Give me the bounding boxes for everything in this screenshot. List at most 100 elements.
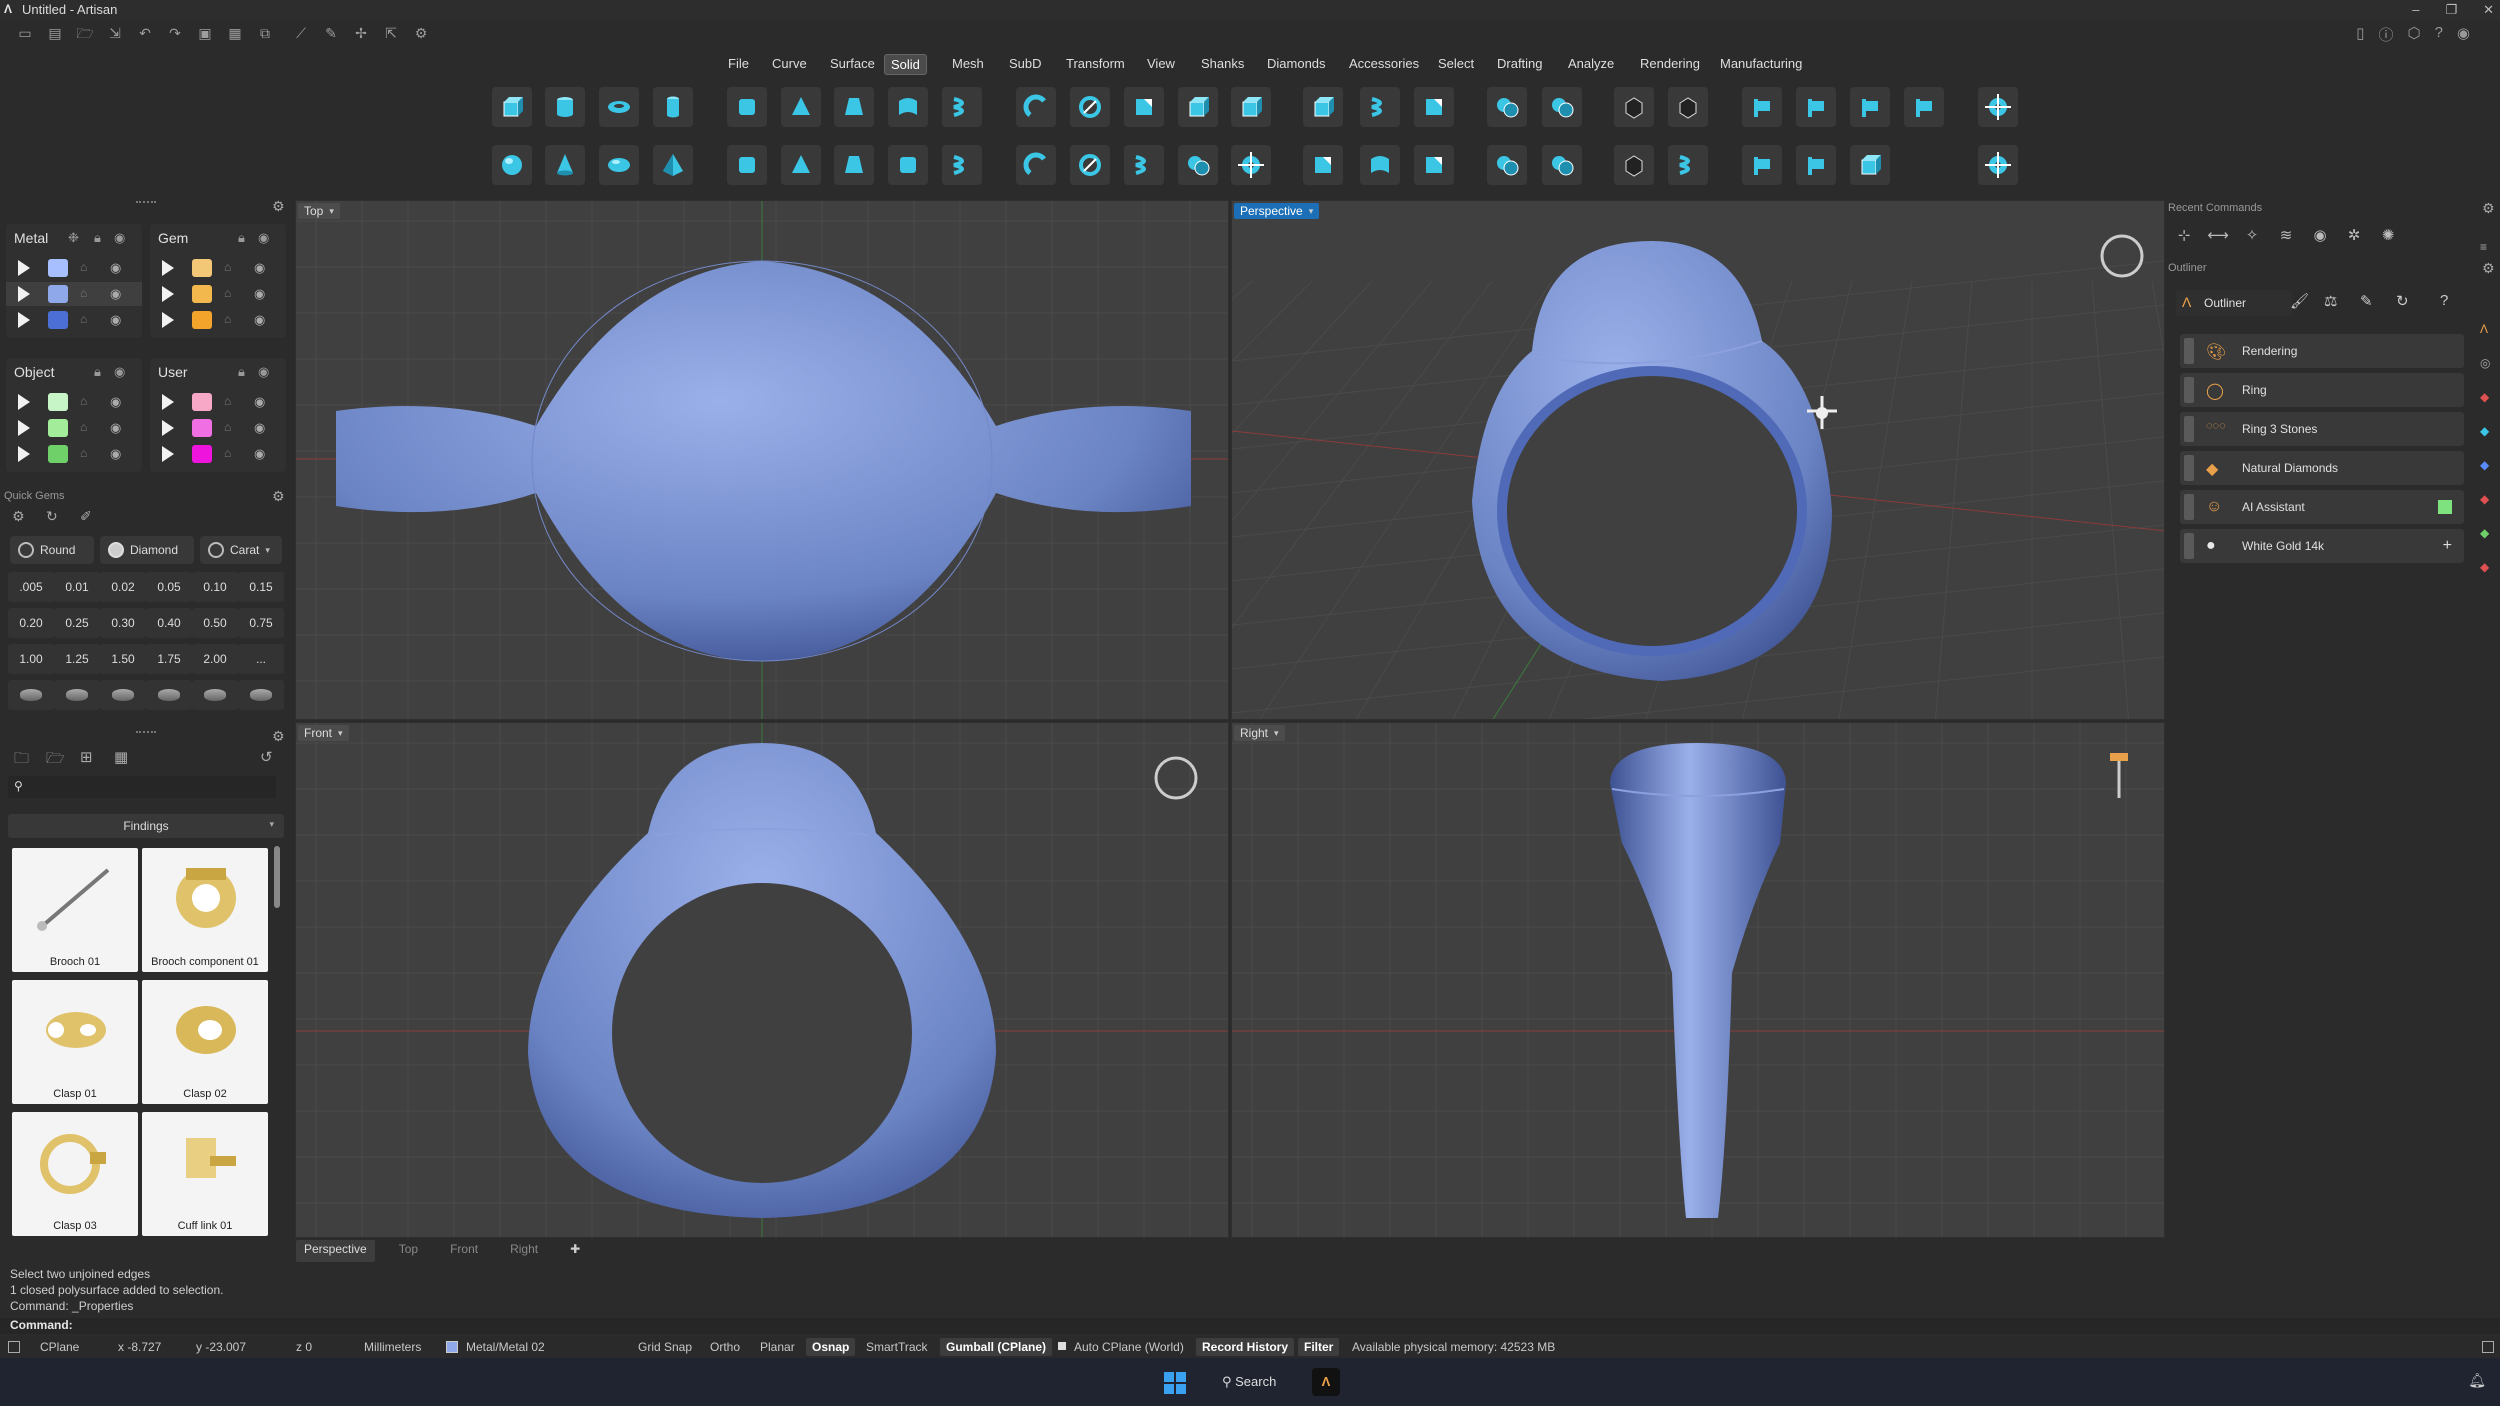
artisan-taskbar-icon[interactable]: Λ [1312, 1368, 1340, 1396]
ring-right-view[interactable] [1610, 743, 1786, 1218]
play-icon[interactable] [162, 260, 174, 276]
ring-size-gizmo-icon[interactable] [2110, 753, 2128, 798]
layer-color-swatch[interactable] [192, 285, 212, 303]
menu-file[interactable]: File [722, 54, 755, 73]
arc-tool-icon[interactable] [1016, 145, 1056, 185]
add-folder-icon[interactable]: 🗁 [46, 748, 65, 773]
dark-tool-icon[interactable] [1614, 87, 1654, 127]
eye-icon[interactable]: ◉ [110, 286, 121, 302]
layers-settings-icon[interactable]: ⚙ [272, 198, 285, 215]
flag-tool-icon[interactable] [1742, 87, 1782, 127]
menu-accessories[interactable]: Accessories [1343, 54, 1425, 73]
pendant-cut-icon[interactable] [238, 680, 284, 710]
selection-icon[interactable]: ⊹ [2172, 226, 2196, 246]
ring-tool-icon[interactable] [1070, 87, 1110, 127]
render-ball-icon[interactable]: ◉ [2308, 226, 2332, 246]
menu-subd[interactable]: SubD [1003, 54, 1048, 73]
layer-color-swatch[interactable] [48, 285, 68, 303]
cut-tool-icon[interactable] [1124, 87, 1164, 127]
material-icon[interactable]: ❉ [68, 230, 79, 246]
render-icon[interactable]: ◆ [2480, 390, 2489, 404]
library-item[interactable]: Clasp 03 [12, 1112, 138, 1236]
menu-view[interactable]: View [1141, 54, 1181, 73]
viewport-tab-top[interactable]: Top [391, 1240, 426, 1262]
ring-size-gizmo-icon[interactable] [2100, 234, 2144, 278]
gem-type-button[interactable]: Diamond [100, 536, 194, 564]
lock-icon[interactable]: ⌂ [224, 420, 231, 434]
outliner-item[interactable]: ◌◌◌ Ring 3 Stones [2180, 412, 2464, 446]
lock-icon[interactable]: ⌂ [80, 286, 87, 300]
brush-icon[interactable]: 🖌︎ [2290, 292, 2309, 310]
artisan-logo-icon[interactable]: Λ [2480, 322, 2488, 336]
folder-icon[interactable]: 🗀 [14, 748, 29, 773]
tri-tool-icon[interactable] [781, 87, 821, 127]
layers-stack-icon[interactable]: ≋ [2274, 226, 2298, 246]
carat-size-button[interactable]: 1.50 [100, 644, 146, 674]
account-icon[interactable]: ◉ [2457, 24, 2470, 45]
viewport-label-top[interactable]: Top ▾ [298, 203, 340, 219]
viewport-tab-front[interactable]: Front [442, 1240, 486, 1262]
status-units[interactable]: Millimeters [364, 1340, 421, 1354]
settings-icon[interactable]: ⚙ [412, 24, 430, 42]
box-tool-icon[interactable] [492, 87, 532, 127]
outliner-item-handle[interactable] [2184, 416, 2194, 442]
smarttrack-toggle[interactable]: SmartTrack [866, 1340, 928, 1354]
panel-grip[interactable] [136, 731, 156, 735]
play-icon[interactable] [162, 420, 174, 436]
round-cut-icon[interactable] [8, 680, 54, 710]
layer-row[interactable]: ⌂ ◉ [150, 442, 286, 466]
planar-toggle[interactable]: Planar [760, 1340, 795, 1354]
library-item[interactable]: Brooch component 01 [142, 848, 268, 972]
flag-tool-icon[interactable] [1796, 87, 1836, 127]
tube-tool-icon[interactable] [653, 87, 693, 127]
viewport-label-front[interactable]: Front ▾ [298, 725, 349, 741]
measure-icon[interactable]: ⟋ [292, 24, 310, 42]
save-as-icon[interactable]: ▦ [226, 24, 244, 42]
carat-size-button[interactable]: 2.00 [192, 644, 238, 674]
play-icon[interactable] [18, 260, 30, 276]
add-icon[interactable]: + [2443, 537, 2452, 555]
paint-icon[interactable]: ✎ [322, 24, 340, 42]
layer-row[interactable]: ⌂ ◉ [6, 308, 142, 332]
eye-icon[interactable]: ◉ [258, 230, 269, 246]
panel-toggle-icon[interactable] [2482, 1341, 2494, 1353]
arc-tool-icon[interactable] [1016, 87, 1056, 127]
viewport-perspective[interactable]: Perspective ▾ [1231, 200, 2165, 720]
play-icon[interactable] [18, 420, 30, 436]
layer-row[interactable]: ⌂ ◉ [150, 308, 286, 332]
viewport-top[interactable]: Top ▾ [295, 200, 1229, 720]
status-cplane[interactable]: CPlane [40, 1340, 79, 1354]
lock-icon[interactable]: ⌂ [224, 260, 231, 274]
layer-color-swatch[interactable] [192, 259, 212, 277]
slab-tool-icon[interactable] [727, 145, 767, 185]
library-item[interactable]: Brooch 01 [12, 848, 138, 972]
carat-size-button[interactable]: 0.30 [100, 608, 146, 638]
menu-mesh[interactable]: Mesh [946, 54, 990, 73]
bool-tool-icon[interactable] [1487, 145, 1527, 185]
command-line[interactable]: Command: [0, 1318, 2500, 1334]
recent-commands-settings-icon[interactable]: ⚙ [2482, 200, 2495, 217]
layer-row[interactable]: ⌂ ◉ [6, 256, 142, 280]
play-icon[interactable] [162, 446, 174, 462]
gem-icon[interactable]: ◆ [2480, 424, 2489, 438]
library-scrollbar[interactable] [274, 846, 280, 908]
gear-tool-icon[interactable] [1978, 87, 2018, 127]
menu-transform[interactable]: Transform [1060, 54, 1131, 73]
outliner-item-handle[interactable] [2184, 455, 2194, 481]
help-icon[interactable]: ? [2440, 292, 2448, 309]
grid-view-icon[interactable]: ▦ [114, 748, 128, 766]
cushion-cut-icon[interactable] [100, 680, 146, 710]
menu-select[interactable]: Select [1432, 54, 1480, 73]
notifications-icon[interactable]: 🔔︎ [2468, 1372, 2486, 1389]
start-menu-icon[interactable] [1164, 1372, 1186, 1394]
carat-size-button[interactable]: 0.20 [8, 608, 54, 638]
menu-drafting[interactable]: Drafting [1491, 54, 1549, 73]
carat-size-button[interactable]: 0.75 [238, 608, 284, 638]
layer-color-swatch[interactable] [48, 419, 68, 437]
carat-size-button[interactable]: 0.50 [192, 608, 238, 638]
carat-size-button[interactable]: 0.01 [54, 572, 100, 602]
filter-toggle[interactable]: Filter [1298, 1338, 1340, 1356]
export-icon[interactable]: ⇱ [382, 24, 400, 42]
menu-manufacturing[interactable]: Manufacturing [1714, 54, 1808, 73]
outliner-item-handle[interactable] [2184, 338, 2194, 364]
